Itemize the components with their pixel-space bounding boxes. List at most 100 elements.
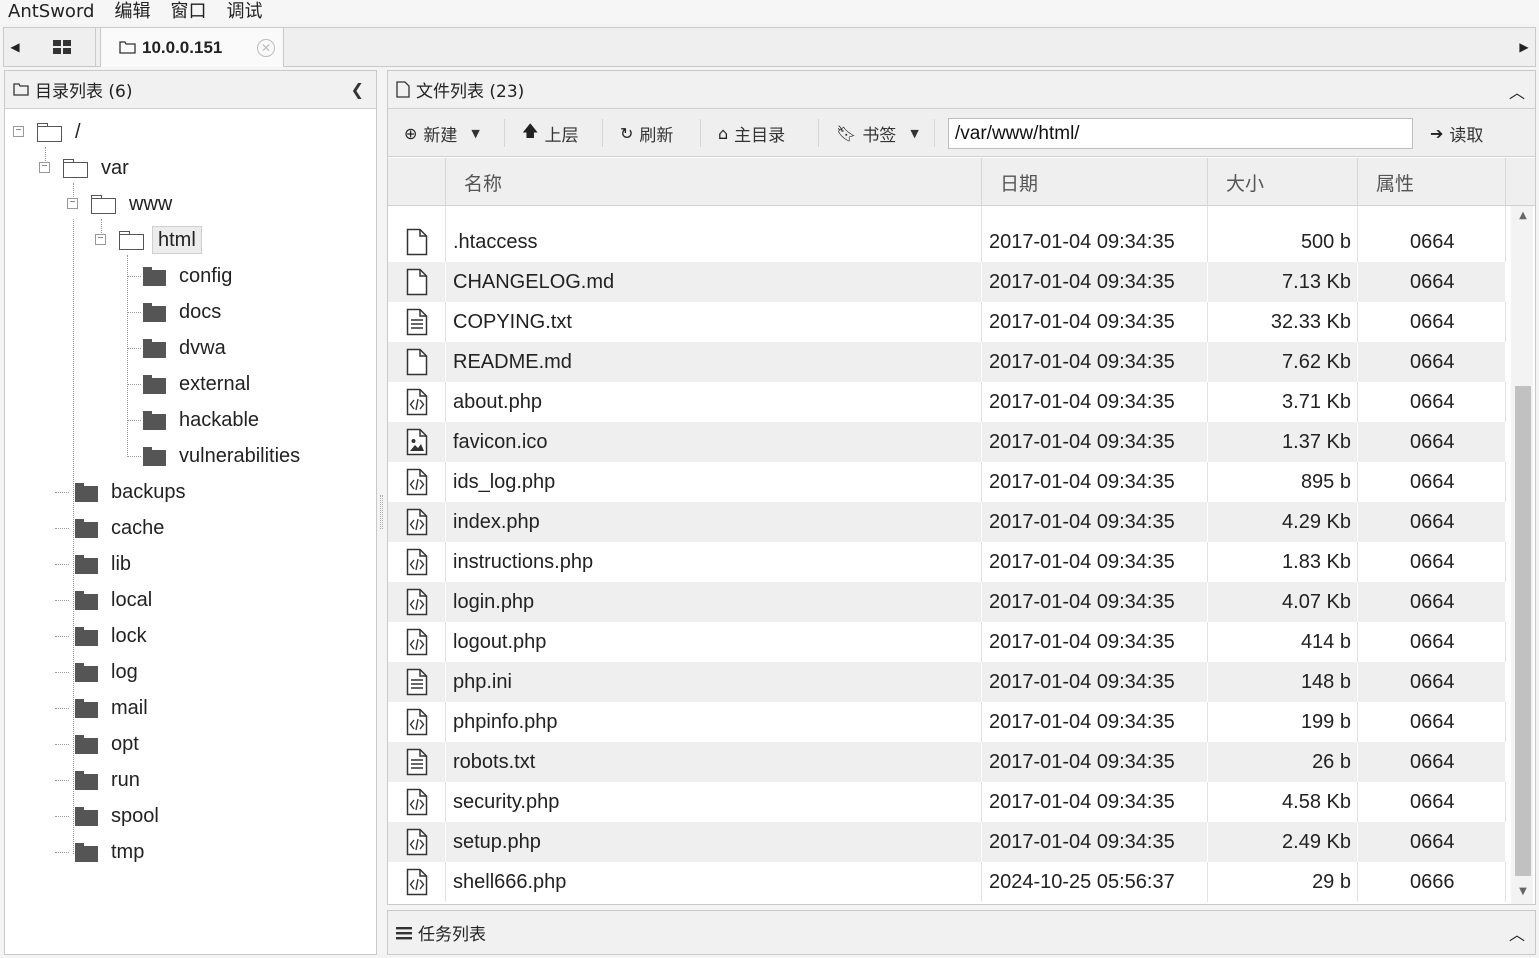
file-size: 1.83 Kb bbox=[1208, 542, 1358, 582]
tree-node-label: dvwa bbox=[179, 337, 226, 359]
caret-down-icon: ▼ bbox=[471, 126, 480, 140]
code-file-icon bbox=[388, 382, 446, 422]
home-icon: ⌂ bbox=[718, 123, 729, 143]
file-attr: 0664 bbox=[1358, 382, 1506, 422]
file-grid-scrollbar[interactable]: ▲ ▼ bbox=[1511, 206, 1533, 904]
menu-antsword[interactable]: AntSword bbox=[8, 1, 94, 23]
tree-node[interactable]: config bbox=[127, 261, 237, 291]
file-date: 2017-01-04 09:34:35 bbox=[982, 582, 1208, 622]
refresh-button-label: 刷新 bbox=[639, 125, 674, 146]
tree-node[interactable]: run bbox=[55, 765, 145, 795]
tree-node[interactable]: mail bbox=[55, 693, 153, 723]
folder-open-icon bbox=[119, 230, 144, 250]
collapse-left-icon[interactable]: ❮ bbox=[351, 80, 364, 99]
table-row[interactable]: README.md 2017-01-04 09:34:35 7.62 Kb 0664 bbox=[388, 342, 1506, 382]
table-row[interactable]: instructions.php 2017-01-04 09:34:35 1.83 … bbox=[388, 542, 1506, 582]
table-row[interactable]: security.php 2017-01-04 09:34:35 4.58 Kb 06… bbox=[388, 782, 1506, 822]
folder-open-icon bbox=[91, 194, 116, 214]
panel-splitter[interactable] bbox=[380, 495, 383, 529]
size-column-header[interactable]: 大小 bbox=[1208, 158, 1358, 206]
tab-home[interactable] bbox=[28, 28, 96, 66]
tab-host-label: 10.0.0.151 bbox=[142, 37, 223, 57]
tree-node[interactable]: cache bbox=[55, 513, 169, 543]
up-button[interactable]: 🡅 上层 bbox=[522, 109, 578, 157]
table-row[interactable]: setup.php 2017-01-04 09:34:35 2.49 Kb 0664 bbox=[388, 822, 1506, 862]
scroll-thumb[interactable] bbox=[1515, 386, 1531, 876]
menu-edit[interactable]: 编辑 bbox=[114, 1, 150, 23]
tree-node[interactable]: − html bbox=[95, 225, 202, 255]
table-row[interactable]: login.php 2017-01-04 09:34:35 4.07 Kb 0664 bbox=[388, 582, 1506, 622]
tree-node[interactable]: − var bbox=[39, 153, 134, 183]
table-row[interactable]: shell666.php 2024-10-25 05:56:37 29 b 0666 bbox=[388, 862, 1506, 902]
read-button[interactable]: ➔ 读取 bbox=[1430, 109, 1483, 157]
table-row[interactable]: robots.txt 2017-01-04 09:34:35 26 b 0664 bbox=[388, 742, 1506, 782]
new-button-label: 新建 bbox=[423, 125, 458, 146]
folder-icon bbox=[75, 698, 98, 718]
date-column-header[interactable]: 日期 bbox=[982, 158, 1208, 206]
new-button[interactable]: ⊕ 新建 ▼ bbox=[404, 109, 480, 157]
table-row[interactable] bbox=[388, 206, 1506, 222]
up-button-label: 上层 bbox=[544, 125, 579, 146]
table-row[interactable]: COPYING.txt 2017-01-04 09:34:35 32.33 Kb 06… bbox=[388, 302, 1506, 342]
text-file-icon bbox=[388, 742, 446, 782]
code-file-icon bbox=[388, 502, 446, 542]
tree-node[interactable]: hackable bbox=[127, 405, 264, 435]
home-dir-button[interactable]: ⌂ 主目录 bbox=[718, 109, 785, 157]
scroll-down-icon[interactable]: ▼ bbox=[1515, 886, 1531, 900]
tree-node[interactable]: log bbox=[55, 657, 143, 687]
table-row[interactable]: ids_log.php 2017-01-04 09:34:35 895 b 0664 bbox=[388, 462, 1506, 502]
tree-node[interactable]: spool bbox=[55, 801, 164, 831]
tab-scroll-left-icon[interactable]: ◀ bbox=[4, 28, 26, 66]
tree-node-label: log bbox=[111, 661, 138, 683]
collapse-toggle-icon[interactable]: − bbox=[39, 162, 50, 173]
file-size: 500 b bbox=[1208, 222, 1358, 262]
collapse-toggle-icon[interactable]: − bbox=[67, 198, 78, 209]
folder-icon bbox=[143, 446, 166, 466]
chevron-up-icon[interactable]: ︿ bbox=[1509, 921, 1525, 945]
name-column-header[interactable]: 名称 bbox=[446, 158, 982, 206]
table-row[interactable]: favicon.ico 2017-01-04 09:34:35 1.37 Kb 066… bbox=[388, 422, 1506, 462]
table-row[interactable]: about.php 2017-01-04 09:34:35 3.71 Kb 0664 bbox=[388, 382, 1506, 422]
tree-node[interactable]: backups bbox=[55, 477, 191, 507]
tree-node-label: html bbox=[152, 226, 202, 254]
tree-node[interactable]: docs bbox=[127, 297, 226, 327]
folder-icon bbox=[143, 338, 166, 358]
file-name: CHANGELOG.md bbox=[446, 262, 982, 302]
file-size: 4.07 Kb bbox=[1208, 582, 1358, 622]
tree-node[interactable]: lock bbox=[55, 621, 152, 651]
tab-host[interactable]: 10.0.0.151 ✕ bbox=[100, 27, 284, 67]
table-row[interactable]: index.php 2017-01-04 09:34:35 4.29 Kb 0664 bbox=[388, 502, 1506, 542]
table-row[interactable]: php.ini 2017-01-04 09:34:35 148 b 0664 bbox=[388, 662, 1506, 702]
chevron-up-icon[interactable]: ︿ bbox=[1509, 79, 1525, 103]
table-row[interactable]: .htaccess 2017-01-04 09:34:35 500 b 0664 bbox=[388, 222, 1506, 262]
table-row[interactable]: CHANGELOG.md 2017-01-04 09:34:35 7.13 Kb 06… bbox=[388, 262, 1506, 302]
tree-node[interactable]: external bbox=[127, 369, 255, 399]
folder-icon bbox=[75, 626, 98, 646]
close-icon[interactable]: ✕ bbox=[257, 39, 275, 57]
bookmark-button[interactable]: 🔖︎ 书签 ▼ bbox=[836, 109, 919, 157]
tree-node[interactable]: − / bbox=[13, 117, 86, 147]
file-date: 2017-01-04 09:34:35 bbox=[982, 782, 1208, 822]
folder-icon bbox=[75, 806, 98, 826]
file-name: login.php bbox=[446, 582, 982, 622]
tree-node[interactable]: vulnerabilities bbox=[127, 441, 305, 471]
menu-window[interactable]: 窗口 bbox=[170, 1, 206, 23]
refresh-button[interactable]: ↻ 刷新 bbox=[620, 109, 673, 157]
path-input[interactable] bbox=[948, 118, 1413, 149]
collapse-toggle-icon[interactable]: − bbox=[13, 126, 24, 137]
tab-scroll-right-icon[interactable]: ▶ bbox=[1513, 28, 1535, 66]
scroll-up-icon[interactable]: ▲ bbox=[1515, 210, 1531, 224]
tree-node[interactable]: lib bbox=[55, 549, 136, 579]
tree-node[interactable]: local bbox=[55, 585, 157, 615]
tree-node[interactable]: dvwa bbox=[127, 333, 231, 363]
bookmark-button-label: 书签 bbox=[862, 125, 897, 146]
collapse-toggle-icon[interactable]: − bbox=[95, 234, 106, 245]
table-row[interactable]: logout.php 2017-01-04 09:34:35 414 b 0664 bbox=[388, 622, 1506, 662]
tree-node[interactable]: − www bbox=[67, 189, 177, 219]
menu-debug[interactable]: 调试 bbox=[226, 1, 262, 23]
tree-node[interactable]: opt bbox=[55, 729, 144, 759]
table-row[interactable]: phpinfo.php 2017-01-04 09:34:35 199 b 0664 bbox=[388, 702, 1506, 742]
attr-column-header[interactable]: 属性 bbox=[1358, 158, 1506, 206]
file-attr: 0664 bbox=[1358, 462, 1506, 502]
tree-node[interactable]: tmp bbox=[55, 837, 149, 867]
